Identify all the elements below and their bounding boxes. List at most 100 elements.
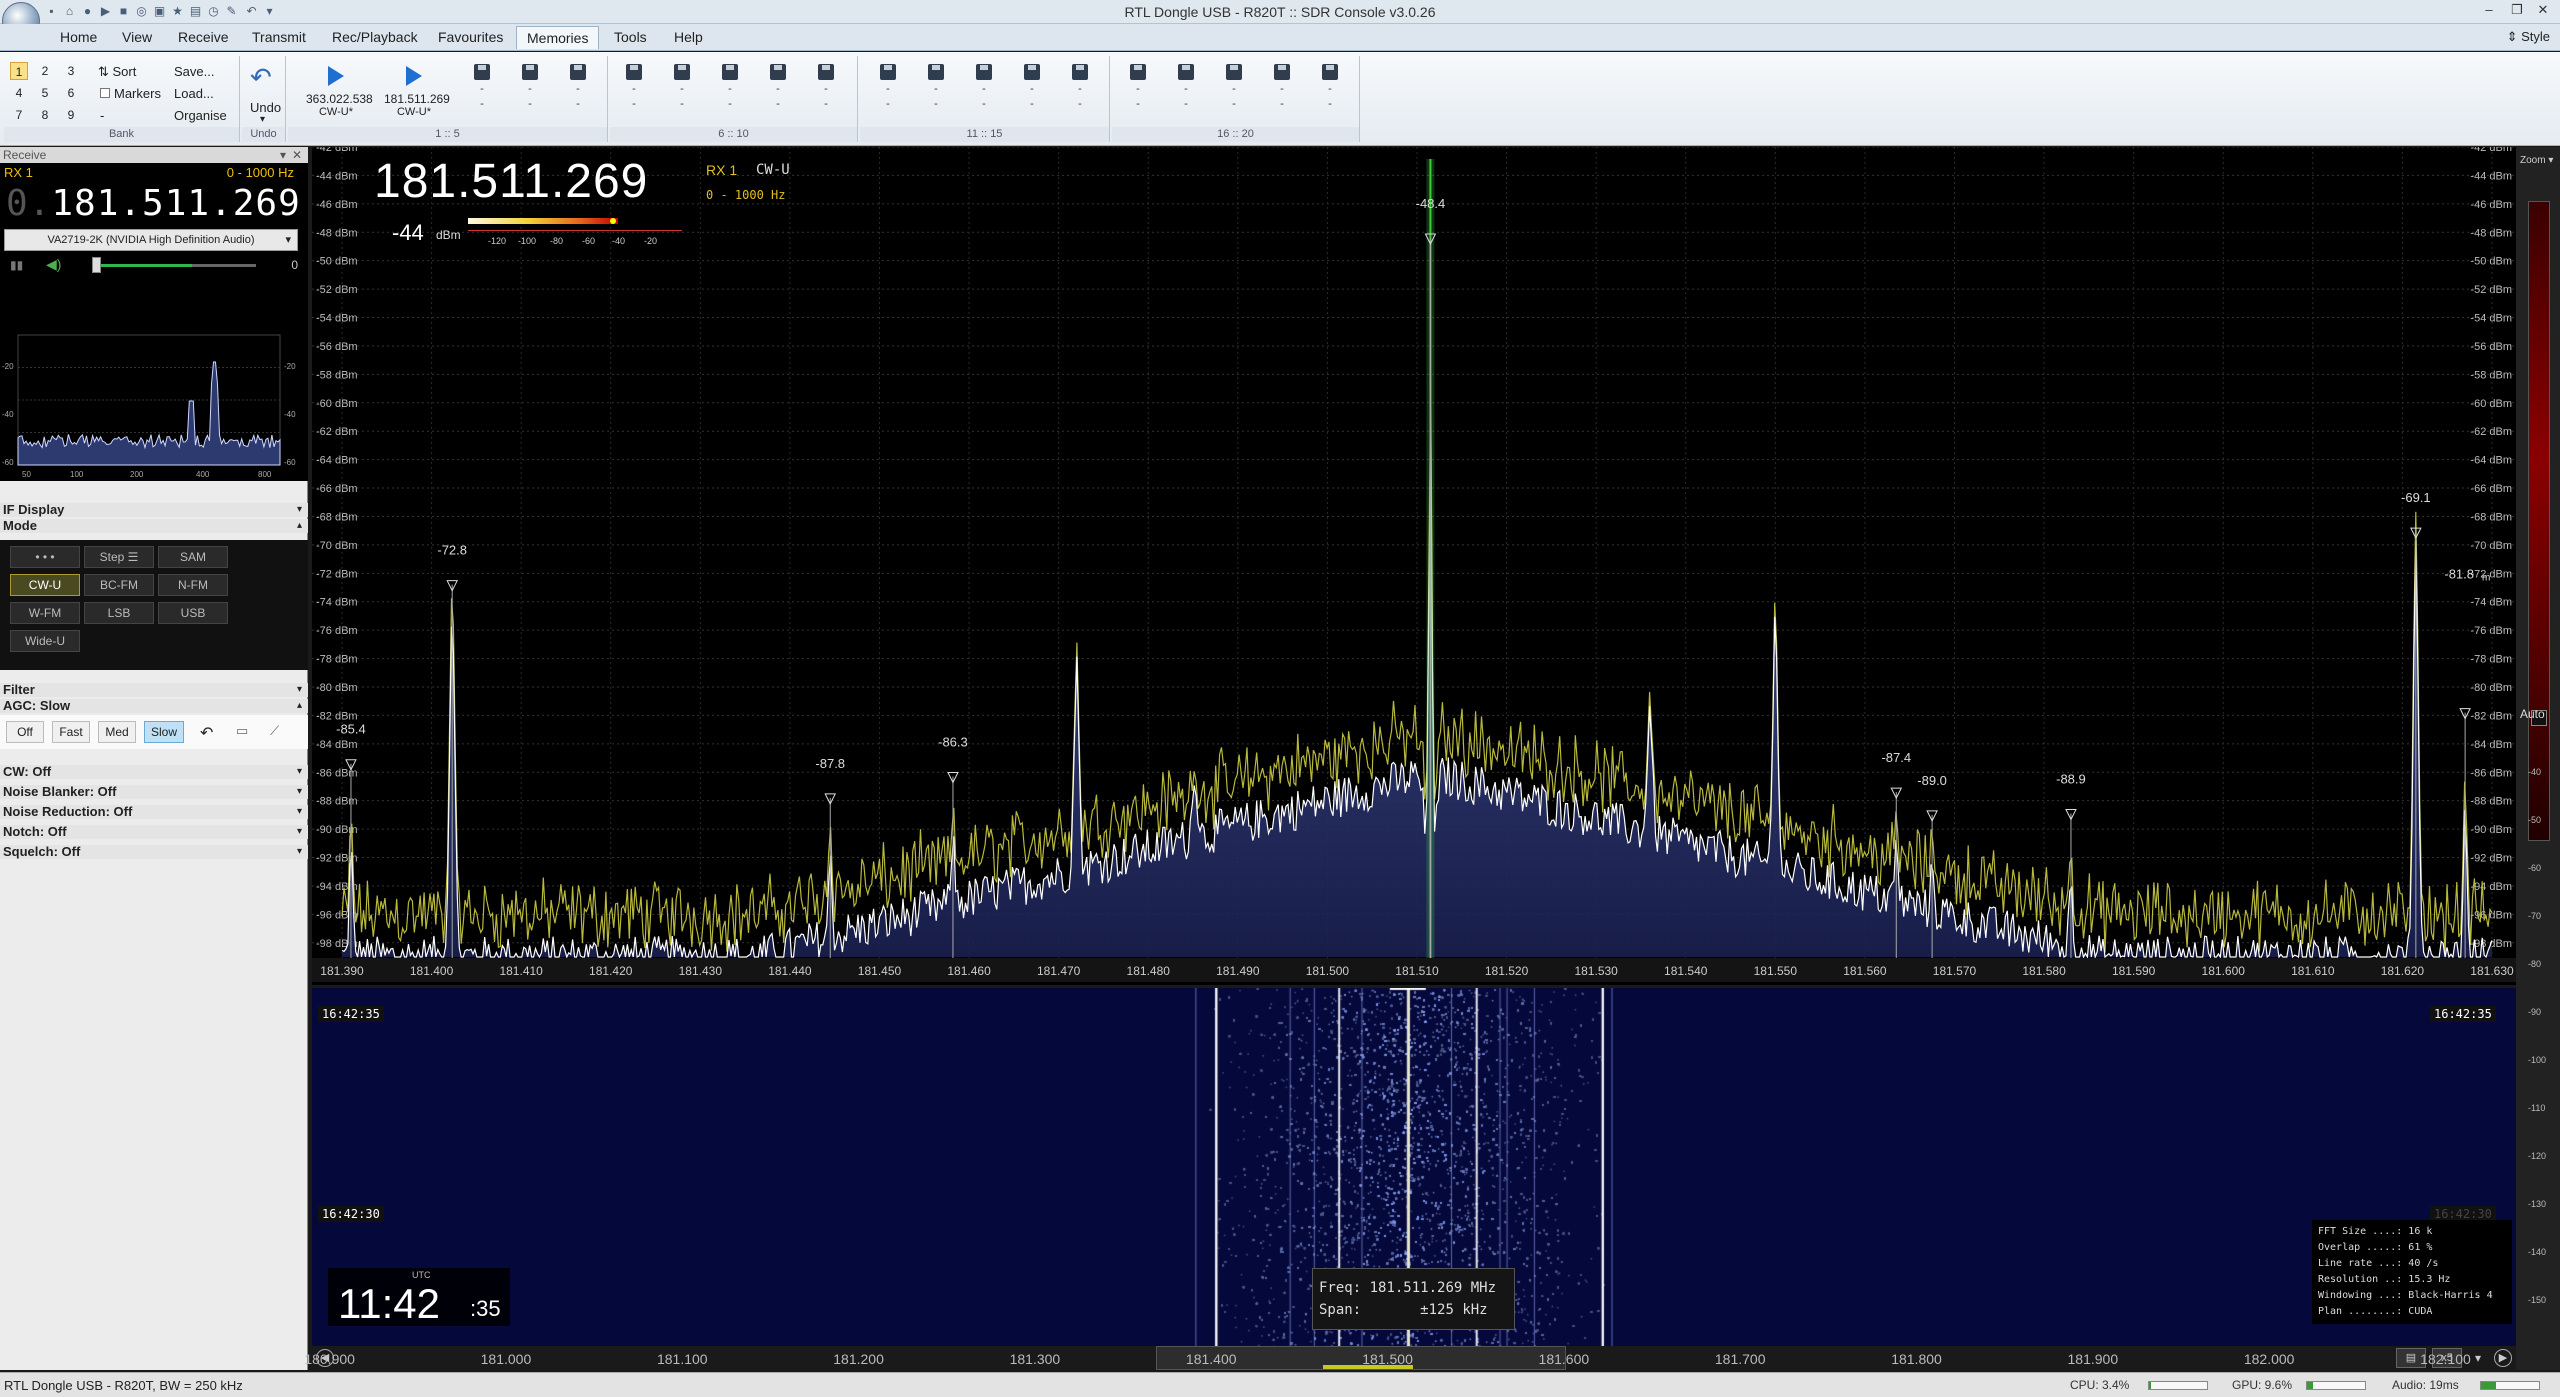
play-icon[interactable]: ▶ xyxy=(98,4,113,19)
bank-5[interactable]: 5 xyxy=(36,84,54,102)
memory-slot-13[interactable]: -- xyxy=(964,56,1004,126)
save-button[interactable]: Save... xyxy=(174,64,214,79)
meter-icon[interactable]: ▮▮ xyxy=(10,258,23,272)
memory-slot-1[interactable]: 363.022.538 CW-U* xyxy=(306,56,373,126)
organise-button[interactable]: Organise xyxy=(174,108,227,123)
notch-header[interactable]: Notch: Off ▾ xyxy=(0,825,308,839)
noise-reduction-header[interactable]: Noise Reduction: Off ▾ xyxy=(0,805,308,819)
memory-slot-14[interactable]: -- xyxy=(1012,56,1052,126)
mode-w-fm[interactable]: W-FM xyxy=(10,602,80,624)
tab-tools[interactable]: Tools xyxy=(614,29,647,45)
bank-3[interactable]: 3 xyxy=(62,62,80,80)
restore-button[interactable]: ❐ xyxy=(2506,2,2528,20)
display-frequency[interactable]: 181.511.269 xyxy=(374,154,648,209)
bank-2[interactable]: 2 xyxy=(36,62,54,80)
mode-bc-fm[interactable]: BC-FM xyxy=(84,574,154,596)
squelch-header[interactable]: Squelch: Off ▾ xyxy=(0,845,308,859)
agc-header[interactable]: AGC: Slow ▴ xyxy=(0,699,308,713)
mode-wide-u[interactable]: Wide-U xyxy=(10,630,80,652)
mode-n-fm[interactable]: N-FM xyxy=(158,574,228,596)
memory-slot-5[interactable]: -- xyxy=(558,56,598,126)
tab-receive[interactable]: Receive xyxy=(178,29,229,45)
mode-more-button[interactable]: • • • xyxy=(10,546,80,568)
load-button[interactable]: Load... xyxy=(174,86,214,101)
collapse-icon[interactable]: ▾ xyxy=(280,147,286,163)
tab-rec-playback[interactable]: Rec/Playback xyxy=(332,29,418,45)
memory-slot-6[interactable]: -- xyxy=(614,56,654,126)
memory-slot-16[interactable]: -- xyxy=(1118,56,1158,126)
bank-9[interactable]: 9 xyxy=(62,106,80,124)
memory-slot-12[interactable]: -- xyxy=(916,56,956,126)
memory-slot-7[interactable]: -- xyxy=(662,56,702,126)
spectrum-display[interactable]: -42 dBm -42 dBm -44 dBm -44 dBm -46 dBm -46 d… xyxy=(312,142,2516,985)
bank-8[interactable]: 8 xyxy=(36,106,54,124)
waterfall-frequency-axis[interactable]: ◀ ▤ x5 ▾ ▶ 180.900 181.000 181.100 181.200 1… xyxy=(304,1346,2516,1370)
tab-favourites[interactable]: Favourites xyxy=(438,29,503,45)
noise-blanker-header[interactable]: Noise Blanker: Off ▾ xyxy=(0,785,308,799)
graph-icon[interactable]: ⟋ xyxy=(270,723,279,739)
spectrum-graph[interactable]: -42 dBm -42 dBm -44 dBm -44 dBm -46 dBm -46 d… xyxy=(312,142,2516,960)
audio-device-select[interactable]: VA2719-2K (NVIDIA High Definition Audio)… xyxy=(4,229,298,251)
undo-button[interactable]: Undo xyxy=(250,100,281,115)
sort-button[interactable]: ⇅ Sort xyxy=(98,64,136,80)
style-menu[interactable]: ⇕ Style xyxy=(2507,29,2550,45)
record-icon[interactable]: ● xyxy=(80,4,95,19)
tab-home[interactable]: Home xyxy=(60,29,97,45)
close-button[interactable]: ✕ xyxy=(2532,2,2554,20)
scroll-right-icon[interactable]: ▶ xyxy=(2494,1349,2512,1367)
memory-slot-15[interactable]: -- xyxy=(1060,56,1100,126)
stop-icon[interactable]: ■ xyxy=(116,4,131,19)
bank-7[interactable]: 7 xyxy=(10,106,28,124)
speaker-icon[interactable]: ◀) xyxy=(46,256,61,273)
agc-med[interactable]: Med xyxy=(98,721,136,743)
undo-icon[interactable]: ↶ xyxy=(250,62,272,93)
edit-icon[interactable]: ✎ xyxy=(224,4,239,19)
mode-header[interactable]: Mode ▴ xyxy=(0,519,308,533)
clock-icon[interactable]: ◷ xyxy=(206,4,221,19)
memory-slot-8[interactable]: -- xyxy=(710,56,750,126)
spectrum-frequency-axis[interactable]: 181.390 181.400 181.410 181.420 181.430 181.4… xyxy=(312,958,2516,982)
home-icon[interactable]: ⌂ xyxy=(62,4,77,19)
memory-slot-10[interactable]: -- xyxy=(806,56,846,126)
tab-view[interactable]: View xyxy=(122,29,152,45)
undo-quick-icon[interactable]: ↶ xyxy=(244,4,259,19)
minimize-button[interactable]: – xyxy=(2478,2,2500,20)
memory-slot-9[interactable]: -- xyxy=(758,56,798,126)
auto-label[interactable]: Auto xyxy=(2520,707,2545,721)
memory-slot-11[interactable]: -- xyxy=(868,56,908,126)
tab-help[interactable]: Help xyxy=(674,29,703,45)
volume-slider[interactable] xyxy=(96,264,256,267)
step-button[interactable]: Step ☰ xyxy=(84,546,154,568)
cw-header[interactable]: CW: Off ▾ xyxy=(0,765,308,779)
folder-icon[interactable]: ▤ xyxy=(188,4,203,19)
capture-icon[interactable]: ◎ xyxy=(134,4,149,19)
zoom-slider[interactable] xyxy=(2528,201,2550,841)
filter-header[interactable]: Filter ▾ xyxy=(0,683,308,697)
zoom-button[interactable]: Zoom ▾ xyxy=(2520,155,2553,166)
mode-cw-u[interactable]: CW-U xyxy=(10,574,80,596)
camera-icon[interactable]: ▣ xyxy=(152,4,167,19)
keyboard-icon[interactable]: ▭ xyxy=(236,723,248,739)
agc-fast[interactable]: Fast xyxy=(52,721,90,743)
close-icon[interactable]: ✕ xyxy=(292,147,302,163)
rx-frequency[interactable]: 0.181.511.269 xyxy=(6,183,301,224)
markers-checkbox[interactable]: Markers xyxy=(100,86,161,101)
memory-slot-3[interactable]: -- xyxy=(462,56,502,126)
memory-slot-19[interactable]: -- xyxy=(1262,56,1302,126)
mode-sam[interactable]: SAM xyxy=(158,546,228,568)
if-display-header[interactable]: IF Display ▾ xyxy=(0,503,308,517)
bank-6[interactable]: 6 xyxy=(62,84,80,102)
memory-slot-18[interactable]: -- xyxy=(1214,56,1254,126)
bank-4[interactable]: 4 xyxy=(10,84,28,102)
undo-dropdown[interactable]: ▾ xyxy=(260,114,265,125)
undo-icon[interactable]: ↶ xyxy=(200,723,213,743)
mode-lsb[interactable]: LSB xyxy=(84,602,154,624)
star-icon[interactable]: ★ xyxy=(170,4,185,19)
dropdown-icon[interactable]: ▾ xyxy=(262,4,277,19)
tab-transmit[interactable]: Transmit xyxy=(252,29,306,45)
memory-slot-17[interactable]: -- xyxy=(1166,56,1206,126)
memory-slot-20[interactable]: -- xyxy=(1310,56,1350,126)
save-icon[interactable]: ▪ xyxy=(44,4,59,19)
tab-memories[interactable]: Memories xyxy=(516,26,600,49)
memory-slot-2[interactable]: 181.511.269 CW-U* xyxy=(384,56,450,126)
